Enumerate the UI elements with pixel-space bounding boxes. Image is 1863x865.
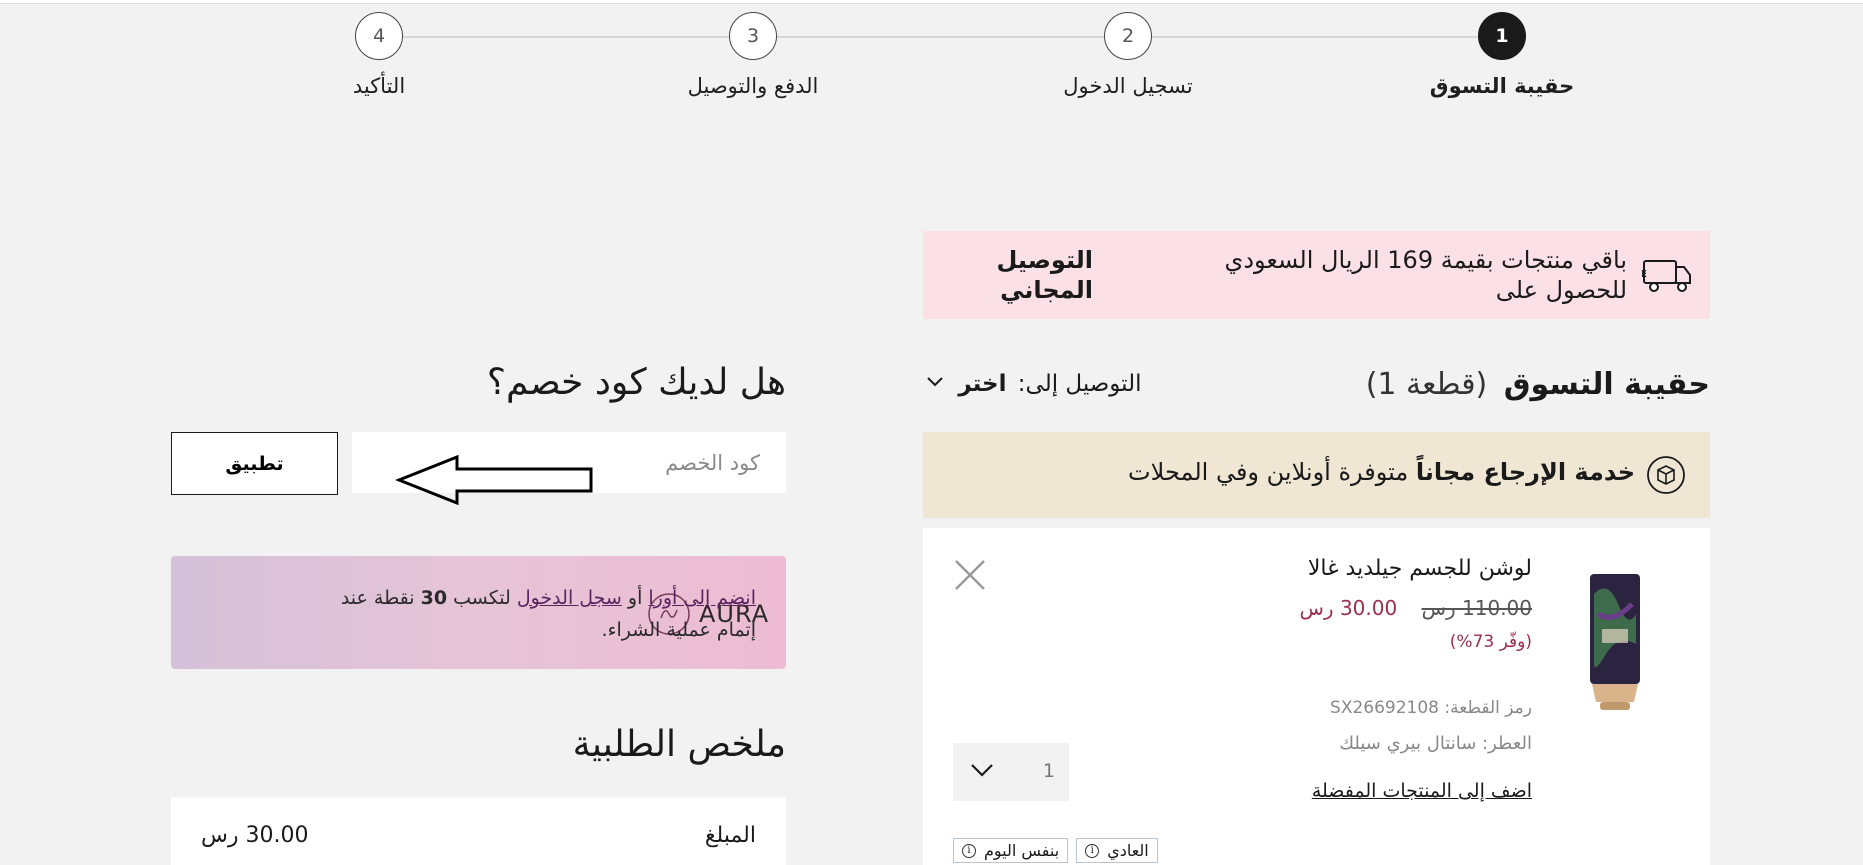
remove-item-close-icon[interactable]: [953, 558, 987, 592]
step-label: التأكيد: [352, 74, 406, 98]
step-shopping-bag[interactable]: 1 حقيبة التسوق: [1392, 12, 1612, 98]
stepper-line: [379, 36, 1502, 38]
svg-text:FREE: FREE: [1642, 269, 1647, 280]
bag-title: حقيبة التسوق (قطعة 1): [1366, 367, 1710, 402]
quantity-value: 1: [1042, 760, 1055, 782]
chevron-down-icon: [971, 764, 993, 777]
aura-points: 30: [420, 587, 448, 609]
price-row: 110.00 رس 30.00 رس: [1300, 596, 1532, 620]
step-login[interactable]: 2 تسجيل الدخول: [1018, 12, 1238, 98]
order-summary-box: المبلغ 30.00 رس: [171, 797, 786, 865]
bag-header: حقيبة التسوق (قطعة 1) التوصيل إلى: اختر: [923, 362, 1710, 412]
add-to-favorites-link[interactable]: اضف إلى المنتجات المفضلة: [1312, 780, 1532, 802]
step-number: 2: [1104, 12, 1152, 60]
apply-coupon-button[interactable]: تطبيق: [171, 432, 338, 495]
quantity-select[interactable]: 1: [953, 743, 1069, 801]
aura-earn-prefix: لتكسب: [453, 587, 511, 609]
aura-or-text: أو: [627, 587, 643, 609]
savings-percent: (وفّر 73%): [1449, 632, 1532, 652]
amount-value: 30.00 رس: [201, 823, 309, 848]
step-number: 1: [1478, 12, 1526, 60]
deliver-to-value: اختر: [958, 371, 1007, 397]
aura-login-link[interactable]: سجل الدخول: [517, 587, 622, 609]
product-image[interactable]: [1588, 574, 1642, 710]
free-delivery-truck-icon: FREE: [1642, 260, 1691, 292]
shipping-options: i بنفس اليوم i العادي: [953, 838, 1158, 865]
aura-message: انضم إلى أورا أو سجل الدخول لتكسب 30 نقط…: [336, 582, 756, 646]
checkout-page: 1 حقيبة التسوق 2 تسجيل الدخول 3 الدفع وا…: [0, 0, 1863, 865]
new-price: 30.00 رس: [1299, 596, 1398, 620]
aura-loyalty-banner: AURA انضم إلى أورا أو سجل الدخول لتكسب 3…: [171, 556, 786, 669]
step-payment-delivery[interactable]: 3 الدفع والتوصيل: [643, 12, 863, 98]
deliver-to-selector[interactable]: التوصيل إلى: اختر: [927, 371, 1142, 397]
step-label: حقيبة التسوق: [1429, 74, 1575, 98]
return-message-text: متوفرة أونلاين وفي المحلات: [1128, 458, 1409, 486]
return-box-icon: [1647, 456, 1685, 494]
return-message: خدمة الإرجاع مجاناً متوفرة أونلاين وفي ا…: [1128, 458, 1635, 486]
shipping-tag-same-day[interactable]: i بنفس اليوم: [953, 838, 1069, 863]
step-number: 4: [355, 12, 403, 60]
old-price: 110.00 رس: [1421, 596, 1532, 620]
step-number: 3: [729, 12, 777, 60]
order-summary-title: ملخص الطلبية: [572, 724, 786, 765]
bag-item-count: (قطعة 1): [1365, 367, 1488, 402]
return-message-bold: خدمة الإرجاع مجاناً: [1415, 458, 1635, 486]
step-confirmation[interactable]: 4 التأكيد: [269, 12, 489, 98]
deliver-to-label: التوصيل إلى:: [1017, 371, 1142, 397]
bag-title-text: حقيبة التسوق: [1503, 367, 1710, 402]
annotation-arrow-icon: [395, 455, 593, 505]
shipping-tag-label: بنفس اليوم: [984, 841, 1060, 860]
coupon-title: هل لديك كود خصم؟: [486, 362, 786, 403]
free-delivery-message: باقي منتجات بقيمة 169 الريال السعودي للح…: [1224, 246, 1627, 304]
aura-join-link[interactable]: انضم إلى أورا: [648, 587, 756, 609]
chevron-down-icon: [927, 377, 943, 387]
free-delivery-title: التوصيل المجاني: [996, 246, 1094, 304]
step-label: تسجيل الدخول: [1063, 74, 1193, 98]
checkout-stepper: 1 حقيبة التسوق 2 تسجيل الدخول 3 الدفع وا…: [0, 0, 1863, 120]
product-sku: رمز القطعة: SX26692108: [1330, 698, 1532, 718]
shipping-tag-standard[interactable]: i العادي: [1076, 838, 1158, 863]
product-name[interactable]: لوشن للجسم جيلديد غالا: [1308, 556, 1532, 581]
info-icon[interactable]: i: [1085, 843, 1100, 858]
amount-label: المبلغ: [704, 823, 756, 848]
info-icon[interactable]: i: [962, 843, 976, 858]
product-scent: العطر: سانتال بيري سيلك: [1339, 733, 1532, 754]
step-label: الدفع والتوصيل: [687, 74, 819, 98]
shipping-tag-label: العادي: [1107, 841, 1149, 860]
free-delivery-banner: FREE باقي منتجات بقيمة 169 الريال السعود…: [923, 231, 1710, 319]
free-return-banner: خدمة الإرجاع مجاناً متوفرة أونلاين وفي ا…: [923, 432, 1710, 518]
cart-item-card: لوشن للجسم جيلديد غالا 110.00 رس 30.00 ر…: [923, 528, 1710, 865]
